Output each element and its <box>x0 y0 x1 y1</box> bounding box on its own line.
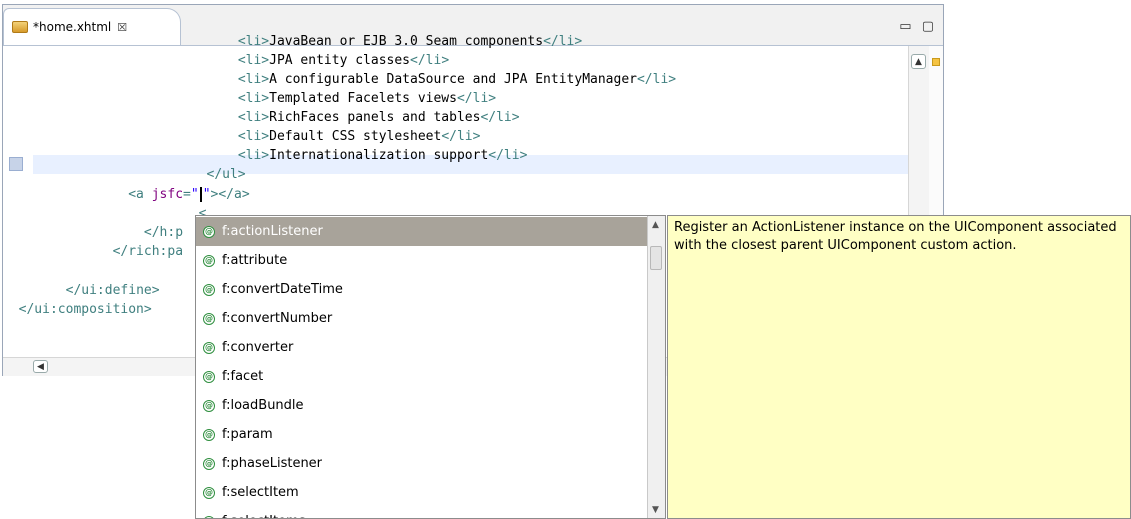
tag-icon: @ <box>203 283 215 296</box>
completion-item[interactable]: @ f:facet <box>196 362 648 391</box>
completion-item[interactable]: @ f:selectItem <box>196 478 648 507</box>
code-token: Templated Facelets views <box>269 91 457 106</box>
content-assist-popup: @ f:actionListener @ f:attribute @ f:convertD… <box>195 215 666 519</box>
code-token: JPA entity classes <box>269 53 411 68</box>
tag-icon: @ <box>203 341 215 354</box>
code-line[interactable]: </ul> <box>3 165 246 184</box>
code-line[interactable]: <li>Internationalization support</li> <box>3 146 528 165</box>
completion-item[interactable]: @ f:converter <box>196 333 648 362</box>
code-line[interactable]: <li>Default CSS stylesheet</li> <box>3 127 481 146</box>
tag-icon: @ <box>203 399 215 412</box>
tag-icon: @ <box>203 225 215 238</box>
completion-item[interactable]: @ f:phaseListener <box>196 449 648 478</box>
code-line[interactable]: < <box>3 204 207 223</box>
completion-item[interactable]: @ f:attribute <box>196 246 648 275</box>
completion-item-label: f:facet <box>222 369 264 384</box>
code-token: <li> <box>237 72 270 87</box>
code-token: <li> <box>237 129 270 144</box>
completion-item-label: f:actionListener <box>222 224 323 239</box>
code-token: JavaBean or EJB 3.0 Seam components <box>269 34 544 49</box>
code-line[interactable]: <a jsfc=" "></a> <box>3 185 250 204</box>
popup-scrollbar[interactable]: ▲ ▼ <box>647 216 665 518</box>
scroll-up-icon[interactable]: ▲ <box>911 54 926 69</box>
code-token: </li> <box>456 91 497 106</box>
completion-item[interactable]: @ f:convertNumber <box>196 304 648 333</box>
code-token: </li> <box>488 148 528 163</box>
popup-scroll-up-icon[interactable]: ▲ <box>649 219 662 231</box>
tag-icon: @ <box>203 370 215 383</box>
code-token: = <box>183 187 191 202</box>
code-line[interactable]: </ui:define> <box>3 281 160 300</box>
completion-item-label: f:attribute <box>222 253 288 268</box>
window-controls[interactable]: ▭ ▢ <box>899 19 937 34</box>
tag-icon: @ <box>203 515 215 518</box>
popup-scroll-down-icon[interactable]: ▼ <box>649 504 662 516</box>
completion-item-label: f:phaseListener <box>222 456 323 471</box>
code-token: A configurable DataSource and JPA Entity… <box>269 72 637 87</box>
completion-item[interactable]: @ f:convertDateTime <box>196 275 648 304</box>
code-token: <li> <box>237 148 270 163</box>
completion-item-label: f:selectItem <box>222 485 299 500</box>
code-line[interactable]: <li>JPA entity classes</li> <box>3 51 449 70</box>
tag-icon: @ <box>203 457 215 470</box>
code-line[interactable]: </h:p <box>3 223 183 242</box>
completion-item[interactable]: @ f:selectItems <box>196 507 648 518</box>
code-line[interactable]: <li>RichFaces panels and tables</li> <box>3 108 520 127</box>
completion-item[interactable]: @ f:param <box>196 420 648 449</box>
code-line[interactable]: <li>JavaBean or EJB 3.0 Seam components<… <box>3 32 582 51</box>
code-token: <li> <box>237 91 270 106</box>
completion-item-label: f:convertNumber <box>222 311 333 326</box>
completion-item[interactable]: @ f:actionListener <box>196 217 648 246</box>
code-token: <a <box>128 187 152 202</box>
code-token: Internationalization support <box>269 148 489 163</box>
code-token: <li> <box>237 110 270 125</box>
warning-marker-icon[interactable] <box>932 58 940 66</box>
code-line[interactable]: <li>Templated Facelets views</li> <box>3 89 496 108</box>
code-token: jsfc <box>151 187 184 202</box>
code-token: Default CSS stylesheet <box>269 129 442 144</box>
code-token: </rich:pa <box>112 244 184 259</box>
tag-icon: @ <box>203 428 215 441</box>
completion-item-label: f:convertDateTime <box>222 282 343 297</box>
code-token: </ui:define> <box>65 283 160 298</box>
code-token: <li> <box>237 34 270 49</box>
text-caret <box>199 187 202 202</box>
completion-item[interactable]: @ f:loadBundle <box>196 391 648 420</box>
popup-scroll-thumb[interactable] <box>650 246 662 270</box>
code-token: </li> <box>441 129 481 144</box>
code-token: RichFaces panels and tables <box>269 110 481 125</box>
code-token: </li> <box>543 34 583 49</box>
code-token: ></a> <box>210 187 250 202</box>
code-token: " <box>202 187 211 202</box>
code-token: </ul> <box>206 167 246 182</box>
code-token: " <box>190 187 199 202</box>
tag-icon: @ <box>203 312 215 325</box>
code-token: <li> <box>237 53 270 68</box>
code-line[interactable]: </ui:composition> <box>3 300 152 319</box>
completion-item-label: f:loadBundle <box>222 398 304 413</box>
code-token: </h:p <box>143 225 184 240</box>
code-token: </ui:composition> <box>18 302 152 317</box>
code-token: </li> <box>410 53 450 68</box>
completion-item-label: f:converter <box>222 340 294 355</box>
code-line[interactable]: </rich:pa <box>3 242 183 261</box>
code-line[interactable]: <li>A configurable DataSource and JPA En… <box>3 70 676 89</box>
code-token: </li> <box>480 110 520 125</box>
documentation-popup: Register an ActionListener instance on t… <box>667 215 1131 519</box>
completion-item-label: f:param <box>222 427 273 442</box>
documentation-text: Register an ActionListener instance on t… <box>674 220 1117 253</box>
tag-icon: @ <box>203 486 215 499</box>
code-token: </li> <box>636 72 677 87</box>
scroll-left-icon[interactable]: ◀ <box>33 360 48 373</box>
tag-icon: @ <box>203 254 215 267</box>
completion-item-label: f:selectItems <box>222 507 305 518</box>
